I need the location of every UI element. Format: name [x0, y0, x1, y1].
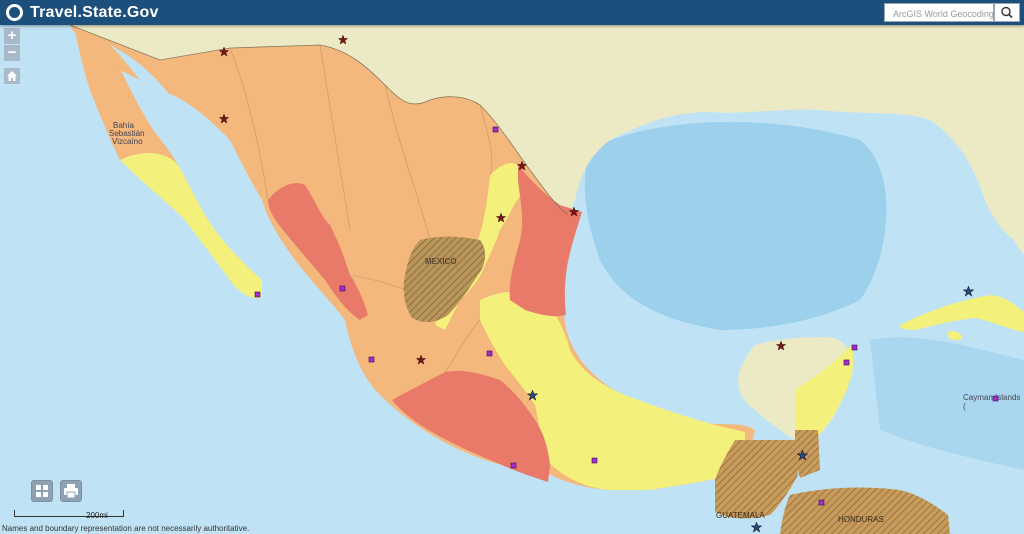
map-label-mexico: MEXICO [425, 257, 457, 266]
home-extent-button[interactable] [4, 68, 20, 84]
search-input[interactable] [885, 5, 997, 23]
zoom-controls: + − [4, 28, 20, 62]
site-title[interactable]: Travel.State.Gov [30, 3, 159, 22]
belize-hatched [795, 430, 820, 478]
travel-advisory-map[interactable] [0, 25, 1024, 534]
map-disclaimer: Names and boundary representation are no… [2, 524, 250, 533]
map-label-vizcaino: Vizcaíno [112, 137, 143, 146]
scale-label: 200mi [86, 511, 108, 520]
basemap-gallery-button[interactable] [31, 480, 53, 502]
map-label-cayman: Cayman Islands ( [963, 393, 1021, 411]
geocoding-search-box[interactable] [884, 3, 997, 23]
grid-icon [36, 485, 48, 497]
printer-icon [64, 484, 78, 499]
print-button[interactable] [60, 480, 82, 502]
zoom-in-button[interactable]: + [4, 28, 20, 44]
home-icon [7, 71, 17, 81]
search-icon [1001, 6, 1013, 19]
zoom-out-button[interactable]: − [4, 45, 20, 61]
header-bar: Travel.State.Gov [0, 0, 1024, 25]
map-label-guatemala: GUATEMALA [716, 511, 765, 520]
map-label-honduras: HONDURAS [838, 515, 884, 524]
state-department-seal-icon [6, 4, 23, 21]
search-button[interactable] [994, 3, 1020, 22]
